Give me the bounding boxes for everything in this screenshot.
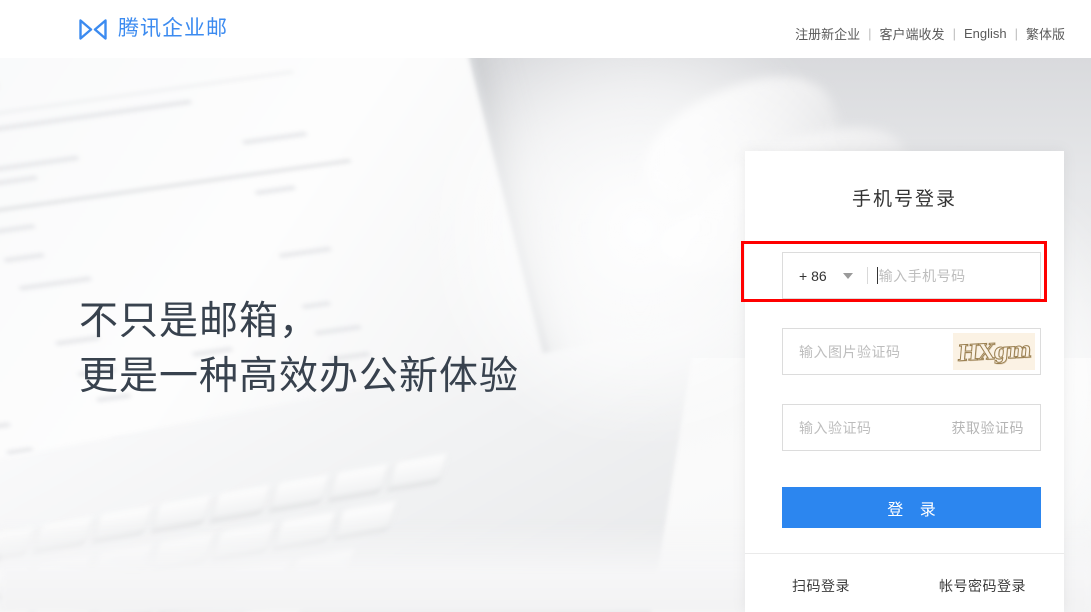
login-title: 手机号登录: [851, 189, 957, 210]
captcha-image-text: HXgm: [956, 336, 1032, 367]
phone-number-placeholder: 输入手机号码: [878, 267, 966, 284]
nav-english[interactable]: English: [964, 26, 1007, 41]
tencent-exmail-bowtie-logo-icon: [79, 18, 107, 40]
login-card-footer: 扫码登录 帐号密码登录: [745, 554, 1064, 612]
hero-headline-line-1: 不只是邮箱，: [79, 300, 320, 343]
nav-separator: |: [868, 26, 872, 41]
captcha-image[interactable]: HXgm: [953, 333, 1035, 370]
hero-headline-line-2: 更是一种高效办公新体验: [79, 355, 520, 398]
chevron-down-icon[interactable]: [842, 272, 853, 279]
nav-register-new-enterprise[interactable]: 注册新企业: [795, 24, 860, 43]
nav-mail-client[interactable]: 客户端收发: [880, 24, 945, 43]
image-captcha-placeholder: 输入图片验证码: [799, 343, 901, 360]
sms-code-placeholder: 输入验证码: [799, 419, 872, 436]
nav-separator: |: [952, 26, 956, 41]
text-cursor: [876, 267, 878, 284]
qr-code-login-link[interactable]: 扫码登录: [792, 576, 850, 596]
login-card: 手机号登录 + 86 输入手机号码 输入图片验证码 HXgm 输入验证码 获取验…: [745, 151, 1064, 612]
brand-logo[interactable]: 腾讯企业邮: [79, 17, 228, 41]
get-verification-code-button[interactable]: 获取验证码: [952, 418, 1041, 438]
phone-number-input-field[interactable]: + 86 输入手机号码: [782, 252, 1041, 299]
nav-separator: |: [1014, 26, 1018, 41]
field-divider: [866, 267, 868, 284]
password-login-link[interactable]: 帐号密码登录: [939, 576, 1026, 596]
login-submit-button[interactable]: 登 录: [782, 487, 1041, 528]
sms-code-input-field[interactable]: 输入验证码 获取验证码: [782, 404, 1041, 451]
brand-name: 腾讯企业邮: [118, 17, 228, 40]
image-captcha-input-field[interactable]: 输入图片验证码 HXgm: [782, 328, 1041, 375]
page-header: 腾讯企业邮 注册新企业 | 客户端收发 | English | 繁体版: [0, 0, 1091, 58]
hero-headline: 不只是邮箱， 更是一种高效办公新体验: [79, 294, 519, 404]
country-code-value: + 86: [799, 267, 827, 284]
nav-traditional-chinese[interactable]: 繁体版: [1026, 24, 1065, 43]
top-navigation: 注册新企业 | 客户端收发 | English | 繁体版: [795, 24, 1065, 43]
